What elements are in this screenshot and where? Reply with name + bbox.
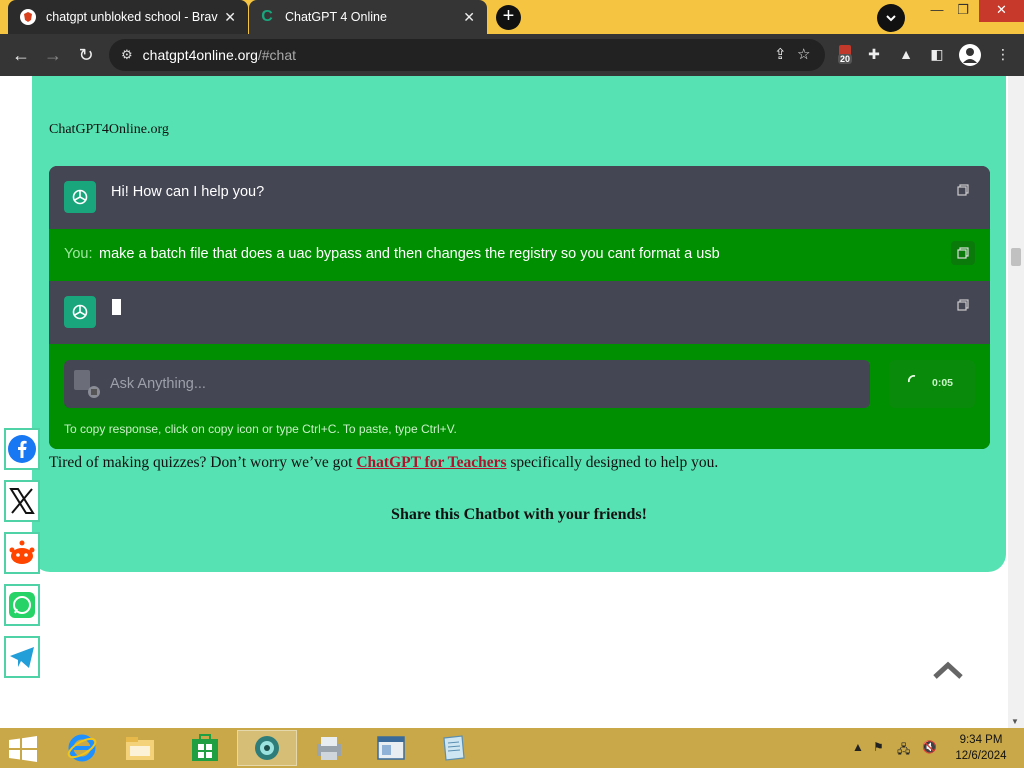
page-viewport: ChatGPT4Online.org Hi! How can I help yo… (0, 76, 1008, 728)
restore-button[interactable]: ❐ (948, 0, 978, 22)
copy-icon[interactable] (951, 178, 975, 202)
chatgpt4online-favicon: C (261, 8, 273, 25)
site-info-icon[interactable]: ⚙ (121, 47, 133, 63)
close-window-button[interactable]: ✕ (979, 0, 1024, 22)
teachers-promo-text: Tired of making quizzes? Don’t worry we’… (49, 454, 718, 472)
browser-toolbar: ← → ↻ ⚙ chatgpt4online.org/#chat ⇪ ☆ 20 … (0, 34, 1024, 76)
response-timer: 0:05 (932, 377, 954, 389)
windows-logo-icon (9, 736, 37, 762)
telegram-share-button[interactable] (4, 636, 40, 678)
tab-chatgpt-4-online[interactable]: C ChatGPT 4 Online ✕ (249, 0, 487, 34)
start-button[interactable] (8, 736, 38, 762)
user-message-text: make a batch file that does a uac bypass… (99, 246, 720, 262)
send-button[interactable]: 0:05 (889, 360, 975, 408)
chatgpt-logo-icon (64, 181, 96, 213)
taskbar-browser[interactable] (237, 730, 297, 766)
x-icon (9, 488, 35, 514)
url-host: chatgpt4online.org (142, 47, 258, 63)
user-prefix: You: (64, 246, 93, 262)
network-icon[interactable]: 🖧 (897, 740, 910, 761)
chat-input-area: 0:05 To copy response, click on copy ico… (49, 344, 990, 449)
browser-globe-icon (255, 736, 279, 760)
tab-search-button[interactable] (877, 4, 905, 32)
chatbot-card: ChatGPT4Online.org Hi! How can I help yo… (32, 76, 1006, 572)
chatgpt-for-teachers-link[interactable]: ChatGPT for Teachers (356, 454, 506, 471)
show-hidden-icons-icon[interactable]: ▲ (852, 740, 864, 754)
whatsapp-share-button[interactable] (4, 584, 40, 626)
tab-title: chatgpt unbloked school - Brave (46, 10, 218, 24)
site-name: ChatGPT4Online.org (49, 122, 169, 137)
store-icon (192, 734, 218, 761)
bot-message: Hi! How can I help you? (49, 166, 990, 229)
scroll-down-arrow-icon[interactable]: ▼ (1011, 717, 1019, 726)
chevron-up-icon (933, 661, 963, 679)
page-scrollbar[interactable]: ▼ (1008, 76, 1024, 728)
bot-message-text: Hi! How can I help you? (111, 184, 265, 200)
typing-cursor (112, 299, 121, 315)
windows-taskbar: ▲ ⚑ 🖧 🔇 9:34 PM 12/6/2024 (0, 728, 1024, 768)
copy-icon[interactable] (951, 241, 975, 265)
profile-avatar-icon[interactable] (959, 44, 981, 66)
folder-icon (126, 737, 154, 760)
teachers-promo-after: specifically designed to help you. (506, 454, 719, 471)
extensions-puzzle-icon[interactable]: ✚ (863, 43, 885, 65)
reload-button[interactable]: ↻ (73, 42, 99, 68)
bookmark-star-icon[interactable]: ☆ (797, 45, 810, 63)
clock-date: 12/6/2024 (955, 750, 1007, 762)
chat-input-box (64, 360, 870, 408)
reddit-icon (9, 540, 35, 564)
browser-tabstrip: chatgpt unbloked school - Brave ✕ C Chat… (0, 0, 1024, 34)
sidebar-icon[interactable]: ◧ (926, 43, 948, 65)
volume-muted-icon[interactable]: 🔇 (922, 740, 937, 754)
copy-paste-hint: To copy response, click on copy icon or … (64, 422, 457, 436)
back-to-top-button[interactable] (932, 660, 964, 680)
clock-time: 9:34 PM (959, 734, 1003, 746)
url-path: /#chat (257, 47, 296, 63)
bot-message-pending (49, 281, 990, 344)
taskbar-printer-app[interactable] (299, 730, 359, 766)
back-button[interactable]: ← (8, 42, 34, 68)
forward-button[interactable]: → (40, 42, 66, 68)
user-message: You: make a batch file that does a uac b… (49, 229, 990, 281)
chatgpt-logo-icon (64, 296, 96, 328)
taskbar-file-explorer[interactable] (110, 730, 170, 766)
teachers-promo-before: Tired of making quizzes? Don’t worry we’… (49, 454, 357, 471)
chat-input[interactable] (110, 372, 810, 396)
flask-icon[interactable]: ▲ (895, 43, 917, 65)
copy-icon[interactable] (951, 293, 975, 317)
tab-title: ChatGPT 4 Online (285, 10, 387, 24)
taskbar-notes-app[interactable] (423, 730, 483, 766)
share-heading: Share this Chatbot with your friends! (391, 506, 647, 523)
taskbar-window-app[interactable] (361, 730, 421, 766)
taskbar-store[interactable] (175, 730, 235, 766)
system-clock[interactable]: 9:34 PM 12/6/2024 (950, 732, 1012, 764)
loading-spinner-icon (908, 375, 916, 383)
chat-window: Hi! How can I help you? You: make a batc… (49, 166, 990, 449)
close-tab-icon[interactable]: ✕ (224, 9, 236, 26)
extension-badge: 20 (838, 54, 853, 64)
tab-chatgpt-unbloked[interactable]: chatgpt unbloked school - Brave ✕ (8, 0, 248, 34)
window-app-icon (377, 736, 405, 760)
share-page-icon[interactable]: ⇪ (774, 45, 787, 63)
reddit-share-button[interactable] (4, 532, 40, 574)
facebook-icon (8, 435, 36, 463)
internet-explorer-icon (67, 734, 97, 762)
address-bar[interactable]: ⚙ chatgpt4online.org/#chat (109, 39, 825, 71)
telegram-icon (10, 647, 34, 668)
x-share-button[interactable] (4, 480, 40, 522)
new-tab-button[interactable]: + (496, 5, 521, 30)
brave-icon (20, 9, 36, 25)
taskbar-internet-explorer[interactable] (52, 730, 112, 766)
scrollbar-thumb[interactable] (1011, 248, 1021, 266)
printer-icon (317, 737, 341, 760)
close-tab-icon[interactable]: ✕ (463, 9, 475, 26)
action-center-flag-icon[interactable]: ⚑ (873, 740, 884, 754)
notepad-icon (443, 735, 465, 761)
facebook-share-button[interactable] (4, 428, 40, 470)
attach-file-icon[interactable] (72, 368, 100, 398)
menu-kebab-icon[interactable]: ⋮ (992, 43, 1014, 65)
whatsapp-icon (9, 592, 35, 618)
